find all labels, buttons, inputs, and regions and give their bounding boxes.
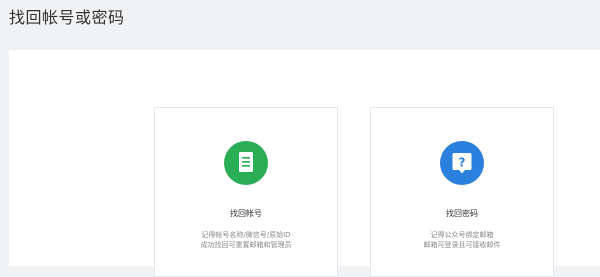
recover-account-title[interactable]: 找回帐号 [155,209,337,219]
main-panel: 找回帐号 记得帐号名称/微信号/原始ID 成功找回可重置邮箱和管理员 ? 找回密… [9,50,600,277]
question-chat-icon: ? [440,141,484,185]
recover-password-desc-line-2: 邮箱可登录且可接收邮件 [423,241,501,249]
recover-password-card[interactable]: ? 找回密码 记得公众号绑定邮箱 邮箱可登录且可接收邮件 [370,107,554,277]
document-icon [224,141,268,185]
svg-text:?: ? [459,156,466,170]
recover-password-title[interactable]: 找回密码 [371,209,553,219]
page-title: 找回帐号或密码 [9,8,125,27]
recover-password-desc-line-1: 记得公众号绑定邮箱 [430,231,494,239]
recover-account-card[interactable]: 找回帐号 记得帐号名称/微信号/原始ID 成功找回可重置邮箱和管理员 [154,107,338,277]
recover-password-description: 记得公众号绑定邮箱 邮箱可登录且可接收邮件 [371,230,553,250]
recover-account-desc-line-2: 成功找回可重置邮箱和管理员 [200,241,292,249]
recover-account-desc-line-1: 记得帐号名称/微信号/原始ID [201,231,291,239]
recover-account-description: 记得帐号名称/微信号/原始ID 成功找回可重置邮箱和管理员 [155,230,337,250]
